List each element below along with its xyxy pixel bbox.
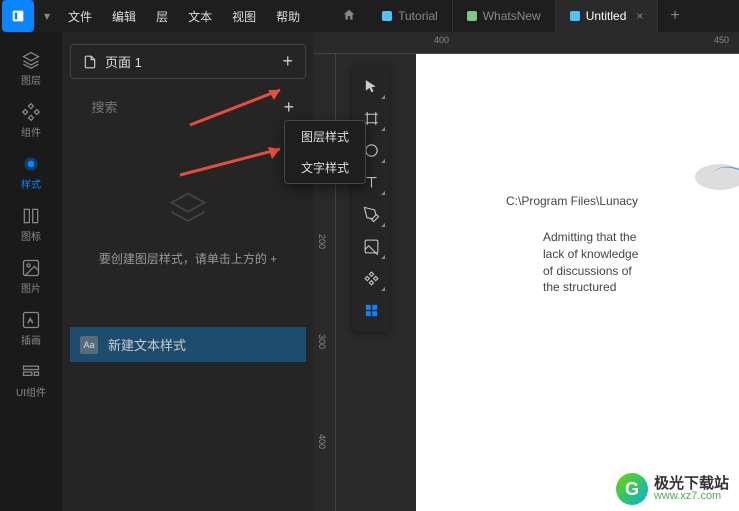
sidebar-icons[interactable]: 图标 (7, 200, 55, 248)
watermark-icon: G (616, 473, 648, 505)
image-tool[interactable] (352, 230, 390, 262)
menu-view[interactable]: 视图 (222, 8, 266, 25)
menu-layer[interactable]: 层 (146, 8, 178, 25)
tab-untitled[interactable]: Untitled × (556, 0, 659, 32)
search-input[interactable] (91, 100, 267, 115)
select-tool[interactable] (352, 70, 390, 102)
new-text-style-button[interactable]: Aa 新建文本样式 (70, 327, 306, 362)
ruler-tick: 300 (317, 334, 327, 349)
grid-tool[interactable] (352, 294, 390, 326)
ruler-tick: 200 (317, 234, 327, 249)
component-tool[interactable] (352, 262, 390, 294)
text-style-badge: Aa (80, 336, 98, 354)
sidebar-label: 样式 (21, 176, 41, 191)
sidebar-layers[interactable]: 图层 (7, 44, 55, 92)
watermark-url: www.xz7.com (654, 491, 729, 502)
sidebar-label: 图层 (21, 72, 41, 87)
menu-help[interactable]: 帮助 (266, 8, 310, 25)
page-label: 页面 1 (105, 52, 142, 71)
sidebar-label: UI组件 (16, 384, 46, 399)
page-selector[interactable]: 页面 1 + (70, 44, 306, 79)
tab-whatsnew[interactable]: WhatsNew (453, 0, 556, 32)
sidebar-label: 组件 (21, 124, 41, 139)
app-logo[interactable] (2, 0, 34, 32)
context-layer-style[interactable]: 图层样式 (285, 121, 365, 152)
menu-file[interactable]: 文件 (58, 8, 102, 25)
menu-edit[interactable]: 编辑 (102, 8, 146, 25)
ruler-tick: 400 (317, 434, 327, 449)
canvas-text-paragraph[interactable]: Admitting that the lack of knowledge of … (543, 229, 638, 296)
canvas-text-path[interactable]: C:\Program Files\Lunacy (506, 194, 638, 208)
page-icon (83, 55, 97, 69)
doc-icon (570, 11, 580, 21)
sidebar-label: 图标 (21, 228, 41, 243)
floating-toolbar (352, 64, 390, 332)
tab-label: Tutorial (398, 9, 438, 23)
pen-tool[interactable] (352, 198, 390, 230)
doc-icon (467, 11, 477, 21)
layers-empty-icon (166, 188, 210, 232)
sidebar-components[interactable]: 组件 (7, 96, 55, 144)
sidebar-illustrations[interactable]: 插画 (7, 304, 55, 352)
sidebar-styles[interactable]: 样式 (7, 148, 55, 196)
sidebar-ui-kits[interactable]: UI组件 (7, 356, 55, 404)
ruler-tick: 450 (714, 35, 729, 45)
sidebar-label: 图片 (21, 280, 41, 295)
doc-icon (382, 11, 392, 21)
search-icon (82, 101, 83, 115)
empty-state-text: 要创建图层样式，请单击上方的 + (99, 250, 277, 267)
tab-label: WhatsNew (483, 9, 541, 23)
ruler-tick: 400 (434, 35, 449, 45)
home-icon[interactable] (330, 8, 368, 25)
artboard[interactable]: C:\Program Files\Lunacy Admitting that t… (416, 54, 739, 511)
add-style-button[interactable]: + (283, 97, 294, 118)
watermark: G 极光下载站 www.xz7.com (616, 473, 729, 505)
sidebar-images[interactable]: 图片 (7, 252, 55, 300)
tab-tutorial[interactable]: Tutorial (368, 0, 453, 32)
ruler-horizontal: 400 450 (314, 32, 739, 54)
tab-label: Untitled (586, 9, 627, 23)
canvas-area[interactable]: 400 450 100 200 300 400 C:\Program Files… (314, 32, 739, 511)
close-icon[interactable]: × (636, 9, 643, 23)
new-text-style-label: 新建文本样式 (108, 335, 186, 354)
watermark-title: 极光下载站 (654, 476, 729, 491)
sidebar-label: 插画 (21, 332, 41, 347)
menu-text[interactable]: 文本 (178, 8, 222, 25)
new-tab-button[interactable]: + (658, 7, 691, 25)
add-style-context-menu: 图层样式 文字样式 (284, 120, 366, 184)
context-text-style[interactable]: 文字样式 (285, 152, 365, 183)
add-page-button[interactable]: + (282, 51, 293, 72)
chevron-down-icon[interactable]: ▾ (36, 9, 58, 23)
